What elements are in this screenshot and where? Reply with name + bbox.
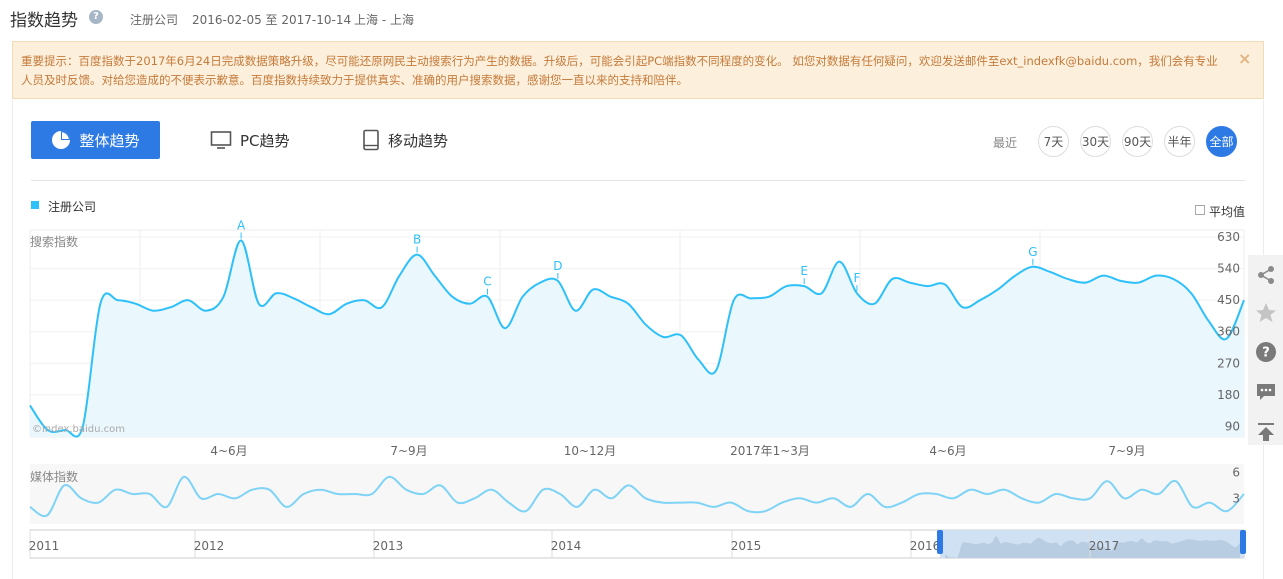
x-tick-label: 7~9月 [390, 444, 427, 458]
x-tick-label: 2017年1~3月 [730, 444, 810, 458]
annotation-label-D[interactable]: D [553, 259, 562, 273]
annotation-label-E[interactable]: E [800, 264, 808, 278]
x-tick-label: 4~6月 [929, 444, 966, 458]
y-tick-label: 90 [1225, 419, 1240, 433]
x-tick-label: 4~6月 [210, 444, 247, 458]
watermark: ©index.baidu.com [32, 424, 126, 435]
annotation-label-B[interactable]: B [413, 233, 421, 247]
y-tick-label: 630 [1217, 230, 1240, 244]
navigator-left-handle[interactable] [937, 530, 943, 554]
annotation-label-A[interactable]: A [237, 219, 246, 233]
y-tick-label: 450 [1217, 293, 1240, 307]
comment-icon[interactable] [1252, 378, 1280, 406]
star-icon[interactable] [1252, 299, 1280, 327]
navigator-year-label: 2012 [194, 539, 225, 553]
faq-icon[interactable]: ? [1252, 338, 1280, 366]
annotation-label-C[interactable]: C [483, 275, 491, 289]
svg-text:?: ? [1262, 346, 1270, 361]
annotation-label-G[interactable]: G [1028, 245, 1037, 259]
navigator-year-label: 2014 [551, 539, 582, 553]
y-tick-label: 270 [1217, 356, 1240, 370]
navigator-year-label: 2015 [731, 539, 762, 553]
navigator-right-handle[interactable] [1240, 530, 1246, 554]
navigator-year-label: 2017 [1089, 539, 1120, 553]
search-index-chart[interactable]: 90 180 270 360 450 540 630 4~6月 7~9月 10~12月 2017年1… [0, 0, 1283, 579]
y-tick-label: 180 [1217, 388, 1240, 402]
navigator-year-label: 2011 [29, 539, 60, 553]
y-tick-label: 360 [1217, 325, 1240, 339]
media-index-label: 媒体指数 [30, 470, 79, 484]
search-index-label: 搜索指数 [30, 235, 79, 249]
y-tick-label: 540 [1217, 262, 1240, 276]
share-icon[interactable] [1252, 261, 1280, 289]
navigator-year-label: 2013 [373, 539, 404, 553]
media-y-tick-label: 3 [1232, 491, 1240, 505]
navigator-year-label: 2016 [910, 539, 941, 553]
annotation-label-F[interactable]: F [853, 271, 860, 285]
back-to-top-icon[interactable] [1252, 418, 1280, 446]
x-tick-label: 7~9月 [1108, 444, 1145, 458]
media-y-tick-label: 6 [1232, 466, 1240, 480]
x-tick-label: 10~12月 [564, 444, 617, 458]
